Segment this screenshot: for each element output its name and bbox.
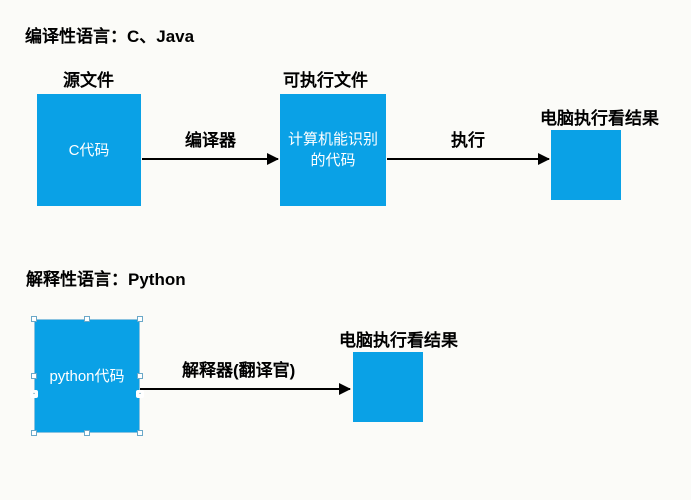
interpreter-arrow xyxy=(140,388,350,390)
interpreter-label: 解释器(翻译官) xyxy=(182,356,295,381)
sel-handle-n[interactable] xyxy=(84,316,90,322)
compiler-label: 编译器 xyxy=(185,126,236,151)
executable-box: 计算机能识别的代码 xyxy=(280,94,386,206)
python-box[interactable]: python代码 · · xyxy=(35,320,139,432)
sel-handle-s[interactable] xyxy=(84,430,90,436)
executable-label: 可执行文件 xyxy=(283,66,368,91)
sel-handle-se[interactable] xyxy=(137,430,143,436)
result-box-1 xyxy=(551,130,621,200)
sel-handle-nw[interactable] xyxy=(31,316,37,322)
source-file-label: 源文件 xyxy=(63,66,114,91)
sel-handle-w[interactable] xyxy=(31,373,37,379)
source-file-text: C代码 xyxy=(69,140,110,161)
sel-handle-e[interactable] xyxy=(137,373,143,379)
execute-arrow xyxy=(387,158,549,160)
sel-handle-ne[interactable] xyxy=(137,316,143,322)
sel-handle-sw[interactable] xyxy=(31,430,37,436)
execute-label: 执行 xyxy=(451,126,485,151)
python-text: python代码 xyxy=(49,366,124,387)
side-mark-right: · xyxy=(136,390,144,398)
interpreted-title: 解释性语言：Python xyxy=(26,265,186,290)
side-mark-left: · xyxy=(30,390,38,398)
compiler-arrow xyxy=(142,158,278,160)
result-label-2: 电脑执行看结果 xyxy=(339,326,458,351)
source-file-box: C代码 xyxy=(37,94,141,206)
result-label-1: 电脑执行看结果 xyxy=(540,104,659,129)
compiled-title: 编译性语言：C、Java xyxy=(25,22,194,47)
executable-text: 计算机能识别的代码 xyxy=(285,129,381,171)
result-box-2 xyxy=(353,352,423,422)
